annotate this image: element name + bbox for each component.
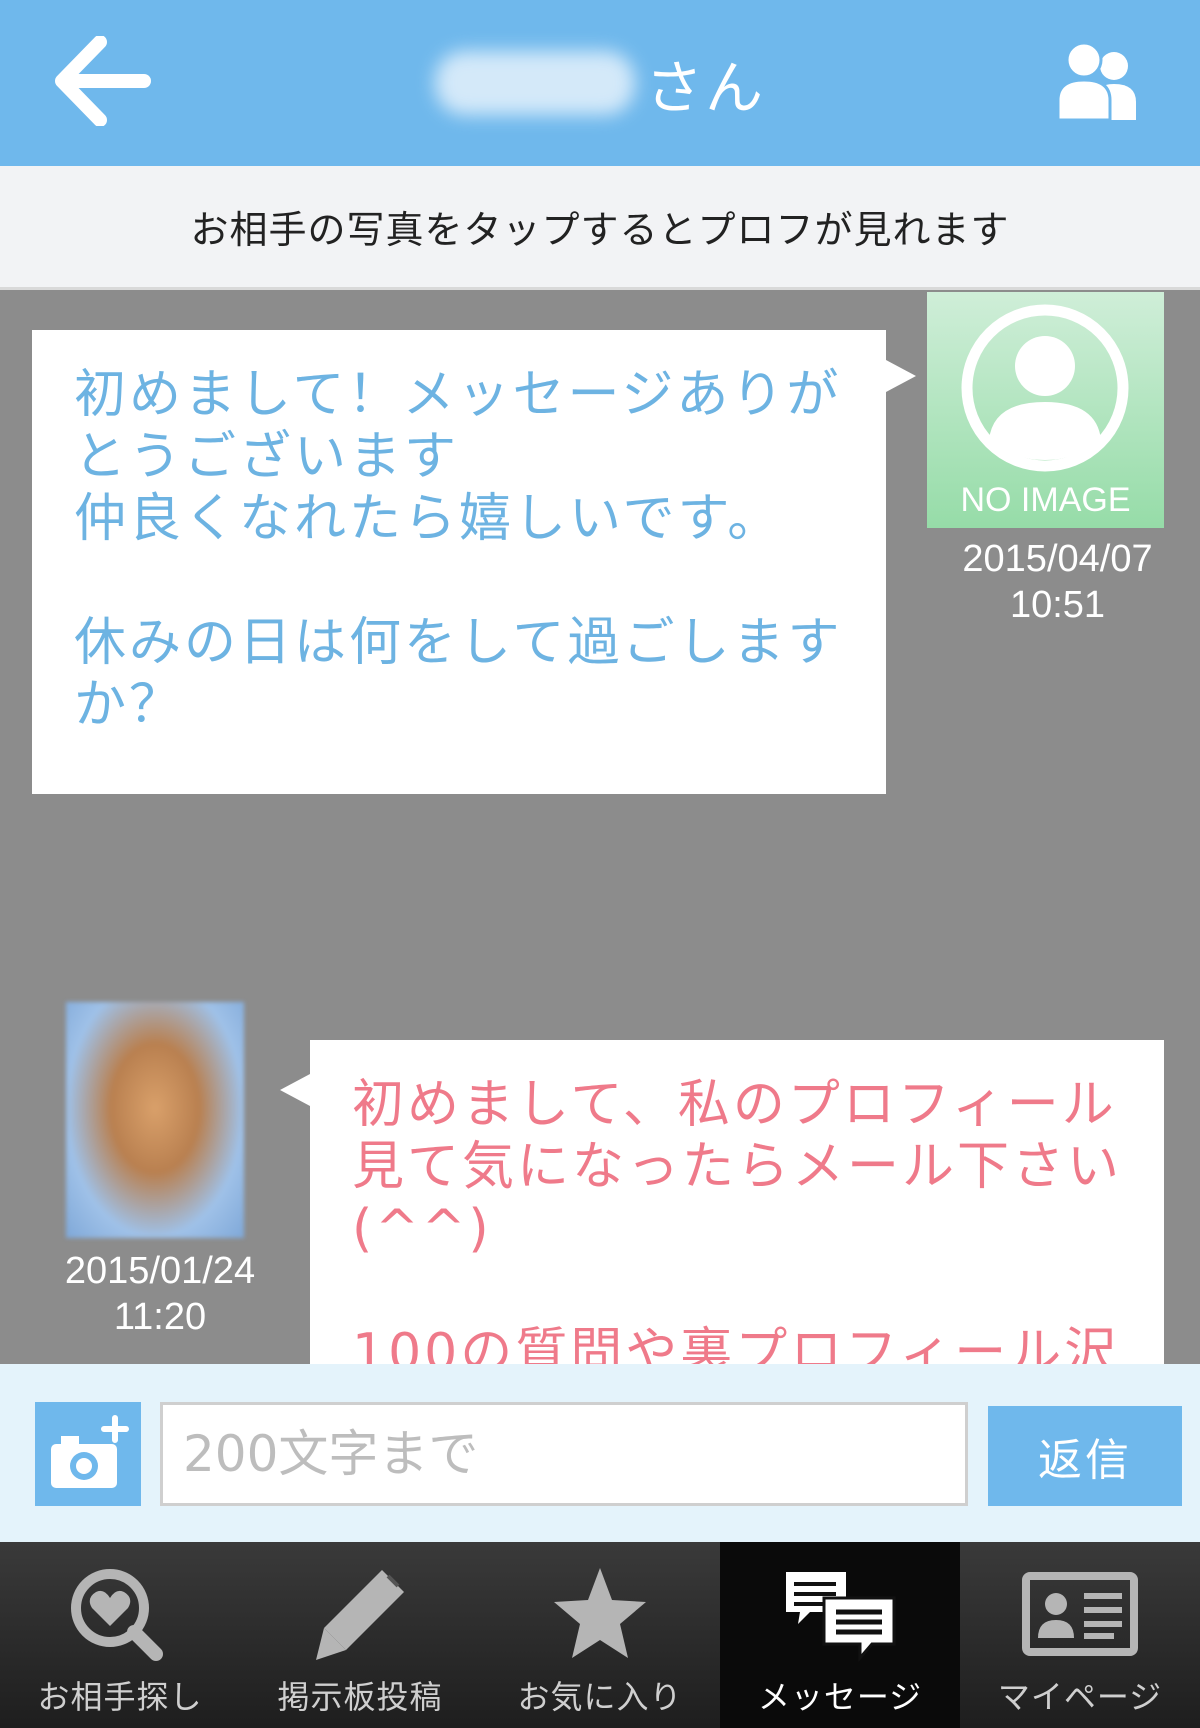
reply-input-bar: 返信 (0, 1364, 1200, 1542)
message-timestamp: 2015/04/07 10:51 (945, 536, 1170, 628)
blurred-username (434, 51, 635, 115)
tab-label: お気に入り (517, 1678, 683, 1716)
tab-label: 掲示板投稿 (277, 1678, 443, 1716)
star-icon (554, 1568, 646, 1658)
message-timestamp: 2015/01/24 11:20 (40, 1248, 280, 1340)
message-bubble-sent: 初めまして！メッセージありがとうございます 仲良くなれたら嬉しいです。 休みの日… (32, 330, 916, 794)
camera-plus-icon (51, 1415, 129, 1488)
id-card-icon (1022, 1572, 1138, 1656)
title-suffix: さん (644, 54, 765, 122)
timestamp-time: 11:20 (113, 1296, 207, 1338)
no-image-label: NO IMAGE (960, 481, 1131, 519)
timestamp-date: 2015/04/07 (962, 538, 1153, 580)
message-input[interactable] (160, 1402, 968, 1506)
tab-label: お相手探し (37, 1678, 203, 1716)
page-title: さん (0, 0, 1200, 166)
heart-search-icon (71, 1569, 163, 1661)
tab-label: マイページ (997, 1678, 1163, 1716)
bottom-tab-bar: お相手探し 掲示板投稿 お気に入り メッセージ マイページ (0, 1542, 1200, 1728)
message-list[interactable]: 初めまして！メッセージありがとうございます 仲良くなれたら嬉しいです。 休みの日… (0, 292, 1200, 1364)
people-icon (1056, 41, 1136, 122)
own-avatar[interactable]: NO IMAGE (927, 292, 1164, 528)
profile-group-button[interactable] (1056, 40, 1142, 122)
header: さん (0, 0, 1200, 166)
timestamp-time: 10:51 (1009, 584, 1106, 626)
chat-bubbles-icon (786, 1572, 896, 1663)
attach-photo-button[interactable] (35, 1402, 141, 1506)
pencil-icon (316, 1570, 404, 1660)
reply-button[interactable]: 返信 (988, 1406, 1182, 1506)
tab-partner-search[interactable]: お相手探し (0, 1542, 240, 1728)
tab-board-post[interactable]: 掲示板投稿 (240, 1542, 480, 1728)
tab-messages[interactable]: メッセージ (720, 1542, 960, 1728)
timestamp-date: 2015/01/24 (64, 1250, 256, 1292)
tab-favorites[interactable]: お気に入り (480, 1542, 720, 1728)
profile-tap-notice: お相手の写真をタップするとプロフが見れます (0, 166, 1200, 290)
partner-avatar[interactable] (66, 1002, 244, 1238)
tab-mypage[interactable]: マイページ (960, 1542, 1200, 1728)
message-bubble-received: 初めまして、私のプロフィール見て気になったらメール下さい(^^) 100の質問や… (280, 1040, 1164, 1364)
tab-label: メッセージ (757, 1678, 923, 1716)
